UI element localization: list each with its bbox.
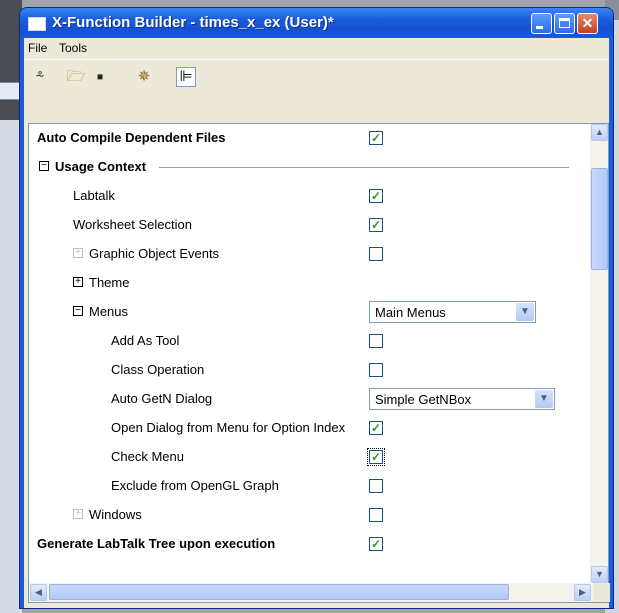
x-function-builder-window: X-Function Builder - times_x_ex (User)* …	[20, 8, 613, 608]
scroll-up-icon[interactable]: ▲	[591, 124, 608, 141]
tree-view-icon[interactable]: ⊫	[176, 67, 196, 87]
row-label: Labtalk	[73, 188, 115, 203]
menus-dropdown[interactable]: Main Menus ▼	[369, 301, 536, 323]
row-add-as-tool[interactable]: Add As Tool	[29, 327, 585, 356]
row-usage-context[interactable]: − Usage Context	[29, 153, 585, 182]
exclude-opengl-checkbox[interactable]	[369, 479, 383, 493]
auto-getn-dialog-value: Simple GetNBox	[375, 392, 472, 407]
graphic-object-events-checkbox[interactable]	[369, 247, 383, 261]
collapse-icon[interactable]: −	[39, 161, 49, 171]
section-divider	[159, 167, 569, 168]
status-area	[24, 574, 609, 608]
row-exclude-opengl[interactable]: Exclude from OpenGL Graph	[29, 472, 585, 501]
expand-icon[interactable]: +	[73, 277, 83, 287]
minimize-button[interactable]	[531, 13, 552, 34]
row-label: Check Menu	[111, 449, 184, 464]
row-label: Menus	[89, 304, 129, 319]
vertical-scroll-thumb[interactable]	[591, 168, 608, 270]
menu-bar: File Tools	[24, 38, 609, 58]
add-as-tool-checkbox[interactable]	[369, 334, 383, 348]
row-label: Graphic Object Events	[89, 246, 220, 261]
row-label: Generate LabTalk Tree upon execution	[37, 536, 276, 551]
row-class-operation[interactable]: Class Operation	[29, 356, 585, 385]
collapse-icon[interactable]: −	[73, 306, 83, 316]
row-menus[interactable]: − Menus Main Menus ▼	[29, 298, 585, 327]
labtalk-checkbox[interactable]: ✓	[369, 189, 383, 203]
worksheet-selection-checkbox[interactable]: ✓	[369, 218, 383, 232]
row-label: Windows	[89, 507, 142, 522]
row-label: Worksheet Selection	[73, 217, 192, 232]
window-icon	[28, 17, 46, 31]
row-auto-compile[interactable]: Auto Compile Dependent Files ✓	[29, 124, 585, 153]
vertical-scrollbar[interactable]: ▲ ▼	[590, 124, 608, 583]
row-label: Exclude from OpenGL Graph	[111, 478, 279, 493]
row-open-dialog-from-menu[interactable]: Open Dialog from Menu for Option Index ✓	[29, 414, 585, 443]
row-label: Add As Tool	[111, 333, 180, 348]
property-grid: Auto Compile Dependent Files ✓ − Usage C…	[28, 123, 610, 603]
windows-checkbox[interactable]	[369, 508, 383, 522]
menus-dropdown-value: Main Menus	[375, 305, 446, 320]
background-window-fragment	[0, 0, 22, 120]
minimize-icon	[536, 26, 543, 29]
row-label: Auto GetN Dialog	[111, 391, 213, 406]
background-window-fragment	[0, 120, 22, 613]
row-theme[interactable]: + Theme	[29, 269, 585, 298]
class-operation-checkbox[interactable]	[369, 363, 383, 377]
maximize-icon	[559, 18, 570, 28]
auto-compile-checkbox[interactable]: ✓	[369, 131, 383, 145]
row-auto-getn-dialog[interactable]: Auto GetN Dialog Simple GetNBox ▼	[29, 385, 585, 414]
expand-icon[interactable]: +	[73, 509, 83, 519]
property-grid-rows: Auto Compile Dependent Files ✓ − Usage C…	[29, 124, 585, 583]
close-icon: ✕	[581, 15, 594, 31]
row-label: Class Operation	[111, 362, 205, 377]
toolbar: ⸛ 🗁 ▪ ✵ ⊫	[24, 59, 609, 94]
row-label: Usage Context	[55, 159, 147, 174]
window-client: File Tools ⸛ 🗁 ▪ ✵ ⊫ Auto Compile Depend…	[24, 38, 610, 608]
row-label: Auto Compile Dependent Files	[37, 130, 226, 145]
open-folder-icon[interactable]: 🗁	[66, 67, 86, 87]
expand-icon[interactable]: +	[73, 248, 83, 258]
check-menu-checkbox[interactable]: ✓	[367, 448, 385, 466]
title-bar[interactable]: X-Function Builder - times_x_ex (User)* …	[20, 8, 613, 38]
row-label: Theme	[89, 275, 130, 290]
chevron-down-icon[interactable]: ▼	[535, 390, 553, 408]
row-check-menu[interactable]: Check Menu ✓	[29, 443, 585, 472]
chevron-down-icon[interactable]: ▼	[516, 303, 534, 321]
row-windows[interactable]: + Windows	[29, 501, 585, 530]
row-labtalk[interactable]: Labtalk ✓	[29, 182, 585, 211]
compile-gear-icon[interactable]: ✵	[134, 67, 154, 87]
auto-getn-dialog-dropdown[interactable]: Simple GetNBox ▼	[369, 388, 555, 410]
save-icon[interactable]: ▪	[90, 67, 110, 87]
window-title: X-Function Builder - times_x_ex (User)*	[52, 14, 334, 31]
background-window-fragment	[0, 82, 22, 100]
maximize-button[interactable]	[554, 13, 575, 34]
wand-icon[interactable]: ⸛	[30, 67, 50, 87]
open-dialog-from-menu-checkbox[interactable]: ✓	[369, 421, 383, 435]
row-worksheet-selection[interactable]: Worksheet Selection ✓	[29, 211, 585, 240]
menu-file[interactable]: File	[28, 41, 47, 55]
row-generate-labtalk-tree[interactable]: Generate LabTalk Tree upon execution ✓	[29, 530, 585, 559]
row-label: Open Dialog from Menu for Option Index	[111, 420, 346, 435]
generate-labtalk-tree-checkbox[interactable]: ✓	[369, 537, 383, 551]
row-graphic-object-events[interactable]: + Graphic Object Events	[29, 240, 585, 269]
close-button[interactable]: ✕	[577, 13, 598, 34]
menu-tools[interactable]: Tools	[59, 41, 87, 55]
